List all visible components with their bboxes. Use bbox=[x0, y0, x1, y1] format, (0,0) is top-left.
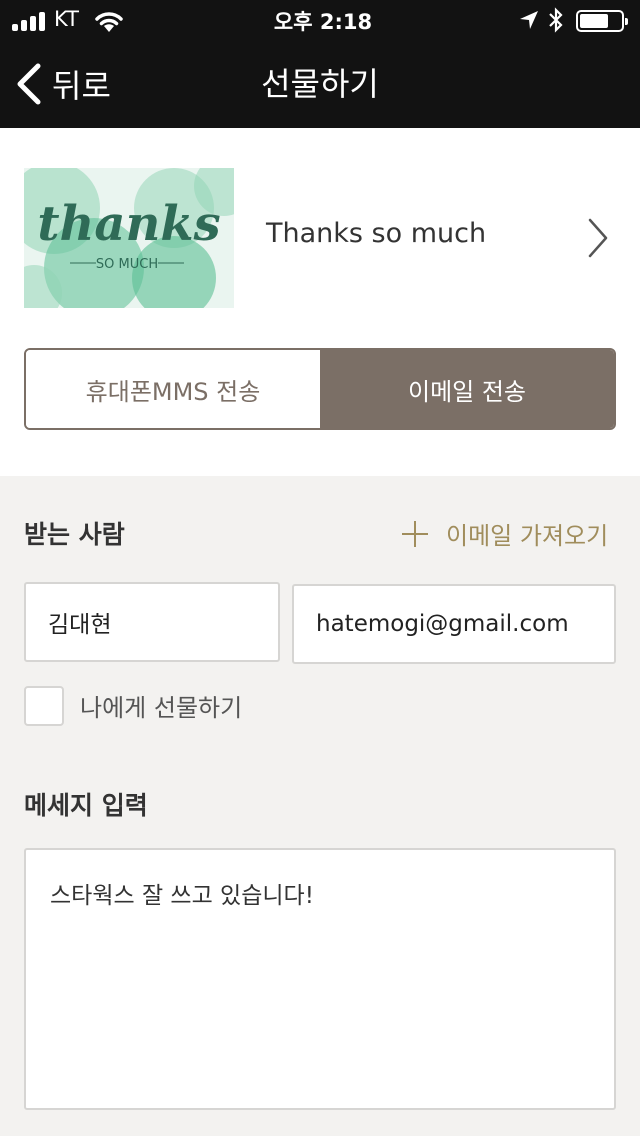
message-label: 메세지 입력 bbox=[24, 791, 148, 820]
battery-icon bbox=[576, 10, 628, 32]
status-time: 오후 2:18 bbox=[273, 10, 373, 34]
send-type-toggle: 휴대폰MMS 전송 이메일 전송 bbox=[24, 348, 616, 430]
self-gift-checkbox[interactable] bbox=[24, 686, 64, 726]
import-email-label: 이메일 가져오기 bbox=[446, 522, 609, 550]
thumbnail-subtitle: SO MUCH bbox=[96, 257, 158, 272]
recipient-email-field[interactable]: hatemogi@gmail.com bbox=[292, 584, 616, 664]
import-email-button[interactable]: 이메일 가져오기 bbox=[402, 516, 608, 551]
recipient-label: 받는 사람 bbox=[24, 520, 125, 549]
thanks-card-image: thanks SO MUCH bbox=[24, 168, 234, 308]
self-gift-label: 나에게 선물하기 bbox=[80, 694, 243, 722]
page-title: 선물하기 bbox=[261, 65, 379, 103]
location-arrow-icon bbox=[520, 11, 538, 29]
card-section: thanks SO MUCH Thanks so much 휴대폰MMS 전송 … bbox=[0, 128, 640, 476]
gift-page: KT 오후 2:18 뒤로 선물하기 thanks SO MUCH Thanks… bbox=[0, 0, 640, 1136]
card-thumbnail[interactable]: thanks SO MUCH bbox=[24, 168, 234, 308]
message-textarea[interactable]: 스타웍스 잘 쓰고 있습니다! bbox=[24, 848, 616, 1110]
bluetooth-icon bbox=[549, 7, 563, 33]
mms-send-button[interactable]: 휴대폰MMS 전송 bbox=[26, 350, 320, 428]
status-bar: KT 오후 2:18 bbox=[0, 0, 640, 40]
recipient-name-field[interactable]: 김대현 bbox=[24, 582, 280, 662]
chevron-right-icon[interactable] bbox=[586, 216, 610, 260]
thumbnail-title: thanks bbox=[37, 196, 220, 252]
card-name: Thanks so much bbox=[266, 218, 487, 249]
top-bar: KT 오후 2:18 뒤로 선물하기 bbox=[0, 0, 640, 128]
plus-icon bbox=[402, 520, 428, 547]
email-send-button[interactable]: 이메일 전송 bbox=[320, 350, 614, 428]
